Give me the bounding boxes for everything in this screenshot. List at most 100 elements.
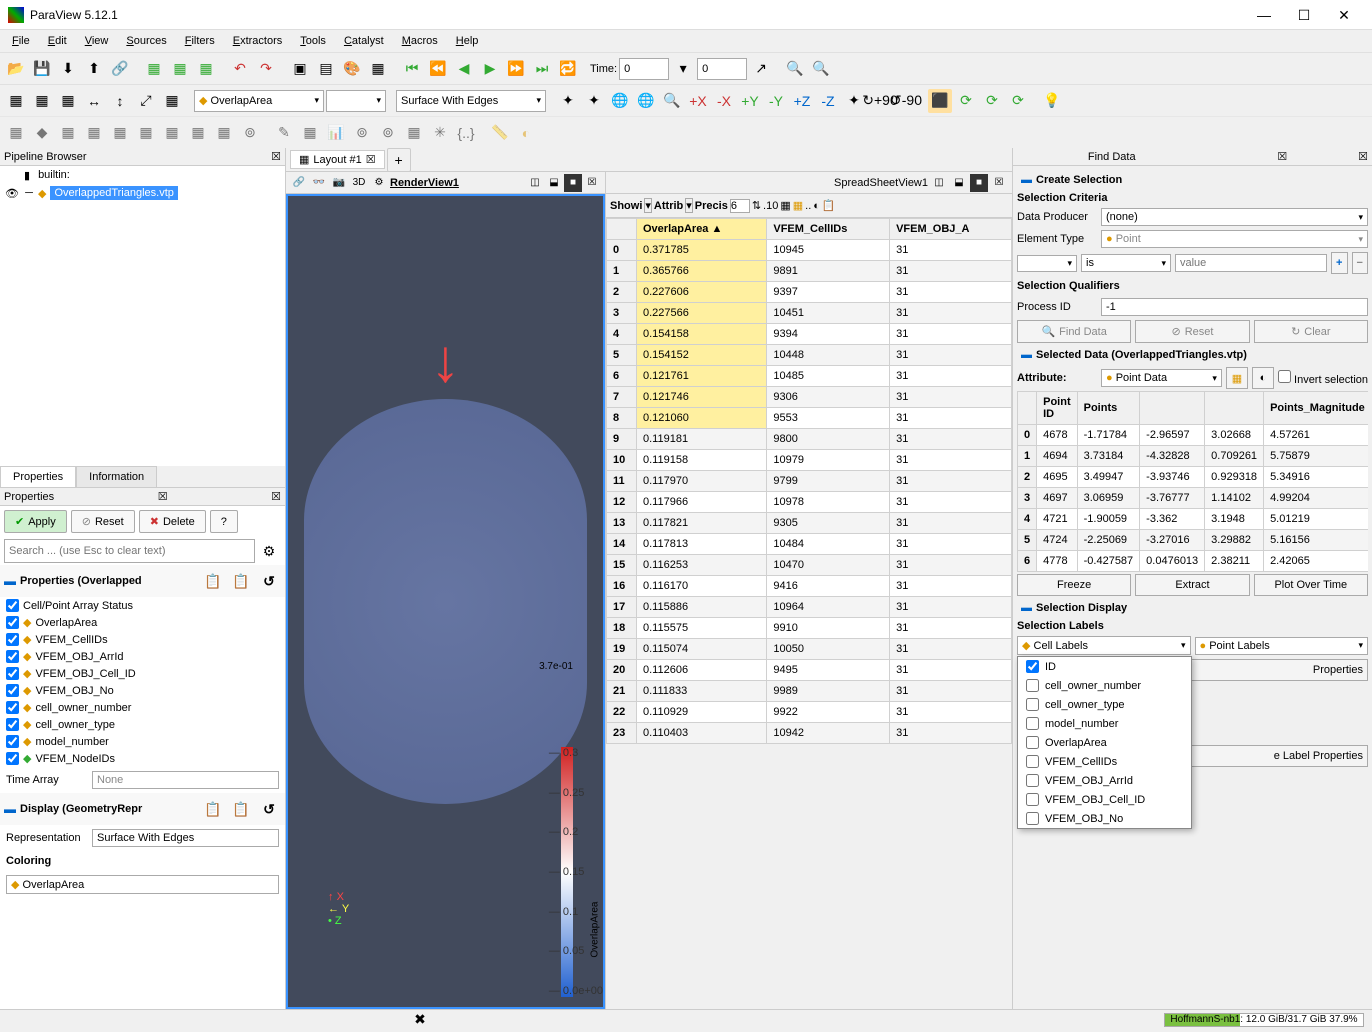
paste-icon[interactable]: 📋: [229, 569, 253, 593]
properties-popout-icon[interactable]: ☒: [158, 490, 168, 503]
table-row[interactable]: 200.112606949531: [607, 660, 1012, 681]
freeze-button[interactable]: Freeze: [1017, 574, 1131, 596]
table-row[interactable]: 150.1162531047031: [607, 555, 1012, 576]
array-status-header[interactable]: Cell/Point Array Status: [0, 597, 285, 614]
ss-maximize-icon[interactable]: ■: [970, 174, 988, 192]
color-legend-icon[interactable]: ▦: [56, 89, 80, 113]
fd-reset-button[interactable]: ⊘ Reset: [1135, 320, 1249, 343]
array-cell_owner_type[interactable]: ◆ cell_owner_type: [0, 716, 285, 733]
coloring-field-combo[interactable]: ◆ OverlapArea▾: [194, 90, 324, 112]
tab-information[interactable]: Information: [76, 466, 157, 487]
section-display[interactable]: ▬ Display (GeometryRepr 📋 📋 ↺: [0, 793, 285, 825]
array-cell_owner_number[interactable]: ◆ cell_owner_number: [0, 699, 285, 716]
globe2-icon[interactable]: 🌐: [634, 89, 658, 113]
zoom-plus-icon[interactable]: 🔍: [809, 57, 833, 81]
record-icon[interactable]: ⬛: [928, 89, 952, 113]
show-selected-icon[interactable]: ▦: [780, 199, 790, 212]
point-labels-combo[interactable]: ● Point Labels▾: [1195, 637, 1369, 655]
table-row[interactable]: 40.154158939431: [607, 324, 1012, 345]
table-row[interactable]: 70.121746930631: [607, 387, 1012, 408]
array-VFEM_CellIDs[interactable]: ◆ VFEM_CellIDs: [0, 631, 285, 648]
apply-button[interactable]: ✔Apply: [4, 510, 67, 533]
time-arrow-icon[interactable]: ↗: [749, 57, 773, 81]
spreadsheet-table[interactable]: OverlapArea ▲VFEM_CellIDsVFEM_OBJ_A00.37…: [606, 218, 1012, 1009]
adjust-icon[interactable]: ⚙: [370, 174, 388, 192]
time-array-combo[interactable]: None: [92, 771, 279, 789]
remove-criteria-button[interactable]: −: [1352, 252, 1369, 274]
globe1-icon[interactable]: 🌐: [608, 89, 632, 113]
delete-button[interactable]: ✖Delete: [139, 510, 206, 533]
menu-edit[interactable]: Edit: [40, 33, 75, 49]
render-view[interactable]: ↓ ↑ X ← Y • Z — 0.3— 0.25— 0.2— 0.15— 0.…: [286, 194, 605, 1009]
export-icon[interactable]: 📋: [822, 199, 836, 212]
menu-file[interactable]: File: [4, 33, 38, 49]
filter2-icon[interactable]: ▦: [168, 57, 192, 81]
table-row[interactable]: 30.2275661045131: [607, 303, 1012, 324]
refresh3-icon[interactable]: ⟳: [1006, 89, 1030, 113]
filter3-icon[interactable]: ▦: [194, 57, 218, 81]
popup-item-cell_owner_number[interactable]: cell_owner_number: [1018, 676, 1191, 695]
box-icon[interactable]: ▦: [30, 89, 54, 113]
plus-y-icon[interactable]: +Y: [738, 89, 762, 113]
cube-icon[interactable]: ▦: [160, 89, 184, 113]
split-v-icon[interactable]: ⬓: [545, 174, 563, 192]
popup-item-VFEM_OBJ_ArrId[interactable]: VFEM_OBJ_ArrId: [1018, 771, 1191, 790]
properties-close-icon[interactable]: ☒: [271, 490, 281, 503]
criteria-op-combo[interactable]: is▾: [1081, 254, 1171, 272]
menu-filters[interactable]: Filters: [177, 33, 223, 49]
popup-item-ID[interactable]: ID: [1018, 657, 1191, 676]
plot-over-time-button[interactable]: Plot Over Time: [1254, 574, 1368, 596]
plus-z-icon[interactable]: +Z: [790, 89, 814, 113]
filter-icon[interactable]: ▦: [142, 57, 166, 81]
table-row[interactable]: 60.1217611048531: [607, 366, 1012, 387]
maximize-view-icon[interactable]: ■: [564, 174, 582, 192]
close-button[interactable]: ✕: [1324, 1, 1364, 29]
connect-icon[interactable]: 🔗: [108, 57, 132, 81]
refresh1-icon[interactable]: ⟳: [954, 89, 978, 113]
table-row[interactable]: 64778-0.4275870.04760132.382112.42065: [1018, 551, 1369, 572]
fd-popout-icon[interactable]: ☒: [1277, 150, 1287, 163]
table-row[interactable]: 10.365766989131: [607, 261, 1012, 282]
ss-split-h-icon[interactable]: ◫: [930, 174, 948, 192]
collapse-icon[interactable]: ▬: [4, 574, 16, 588]
reset-section-icon[interactable]: ↺: [257, 569, 281, 593]
cell-connectivity-icon[interactable]: ..: [805, 200, 811, 212]
reset2-icon[interactable]: ↺: [257, 797, 281, 821]
ss-split-v-icon[interactable]: ⬓: [950, 174, 968, 192]
time-dropdown-icon[interactable]: ▾: [671, 57, 695, 81]
properties-search-input[interactable]: [4, 539, 255, 563]
ruler-icon[interactable]: 📏: [488, 121, 512, 145]
selected-data-table[interactable]: Point IDPointsPoints_Magnitude04678-1.71…: [1017, 391, 1368, 572]
menu-tools[interactable]: Tools: [292, 33, 334, 49]
table-row[interactable]: 346973.06959-3.767771.141024.99204: [1018, 488, 1369, 509]
popup-item-VFEM_OBJ_Cell_ID[interactable]: VFEM_OBJ_Cell_ID: [1018, 790, 1191, 809]
redo-icon[interactable]: ↷: [254, 57, 278, 81]
last-frame-icon[interactable]: ⏭: [530, 57, 554, 81]
table-row[interactable]: 160.116170941631: [607, 576, 1012, 597]
orientation-axes-widget[interactable]: ↑ X ← Y • Z: [328, 891, 349, 927]
table-row[interactable]: 130.117821930531: [607, 513, 1012, 534]
view-icon[interactable]: ▤: [314, 57, 338, 81]
pipeline-root[interactable]: ▮ builtin:: [0, 166, 285, 184]
menu-sources[interactable]: Sources: [118, 33, 174, 49]
rotate-ccw-icon[interactable]: ↺-90: [894, 89, 918, 113]
layout-tab-1[interactable]: ▦ Layout #1 ☒: [290, 150, 385, 169]
array-OverlapArea[interactable]: ◆ OverlapArea: [0, 614, 285, 631]
visibility-eye-icon[interactable]: 👁: [4, 187, 20, 200]
help-button[interactable]: ?: [210, 510, 238, 533]
minimize-button[interactable]: —: [1244, 1, 1284, 29]
paste2-icon[interactable]: 📋: [229, 797, 253, 821]
reset-button[interactable]: ⊘Reset: [71, 510, 135, 533]
axis1-icon[interactable]: ↔: [82, 89, 106, 113]
table-row[interactable]: 210.111833998931: [607, 681, 1012, 702]
layout-close-icon[interactable]: ☒: [366, 153, 376, 166]
time-value-input[interactable]: [619, 58, 669, 80]
loop-icon[interactable]: 🔁: [556, 57, 580, 81]
search-gear-icon[interactable]: ⚙: [257, 539, 281, 563]
camera-link-icon[interactable]: 🔗: [290, 174, 308, 192]
maximize-button[interactable]: ☐: [1284, 1, 1324, 29]
collapse-icon[interactable]: ▬: [4, 802, 16, 816]
load-state-icon[interactable]: ⬆: [82, 57, 106, 81]
next-frame-icon[interactable]: ⏩: [504, 57, 528, 81]
popup-item-VFEM_CellIDs[interactable]: VFEM_CellIDs: [1018, 752, 1191, 771]
